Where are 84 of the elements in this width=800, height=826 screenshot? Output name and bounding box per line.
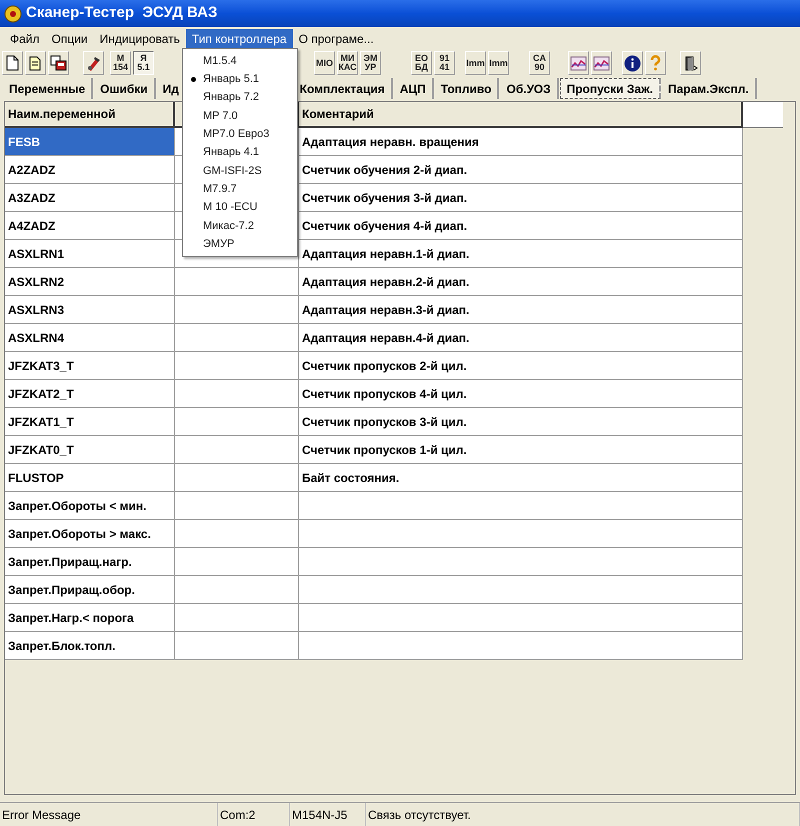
menu-item[interactable]: Индицировать <box>94 28 186 48</box>
status-field: Error Message <box>0 803 218 826</box>
table-cell: Счетчик пропусков 1-й цил. <box>299 436 743 464</box>
chart-icon <box>570 54 587 72</box>
table-cell: Адаптация неравн.1-й диап. <box>299 240 743 268</box>
column-header[interactable]: Наим.переменной <box>5 102 175 128</box>
table-cell: Счетчик пропусков 2-й цил. <box>299 352 743 380</box>
table-cell: Счетчик пропусков 4-й цил. <box>299 380 743 408</box>
table-cell: Счетчик обучения 3-й диап. <box>299 184 743 212</box>
tab[interactable]: Парам.Экспл. <box>662 78 757 99</box>
toolbar-button[interactable]: 91 41 <box>434 51 455 75</box>
toolbar-button[interactable]: ЭМ УР <box>360 51 381 75</box>
tab[interactable]: АЦП <box>394 78 434 99</box>
toolbar-button[interactable]: ЕО БД <box>411 51 432 75</box>
menu-item[interactable]: ЭМУР <box>183 234 297 254</box>
table-cell[interactable]: Запрет.Приращ.нагр. <box>5 548 175 576</box>
toolbar-button[interactable] <box>680 51 701 75</box>
menu-item[interactable]: Тип контроллера <box>186 28 293 48</box>
table-cell[interactable]: A4ZADZ <box>5 212 175 240</box>
chart-icon <box>593 54 610 72</box>
table-cell[interactable]: A2ZADZ <box>5 156 175 184</box>
table-cell: Счетчик обучения 4-й диап. <box>299 212 743 240</box>
status-field: M154N-J5 <box>290 803 366 826</box>
toolbar-button[interactable] <box>568 51 589 75</box>
menu-item[interactable]: GM-ISFI-2S <box>183 162 297 180</box>
column-header[interactable]: Коментарий <box>299 102 743 128</box>
status-field: Связь отсутствует. <box>366 803 800 826</box>
table-cell[interactable]: Запрет.Обороты > макс. <box>5 520 175 548</box>
toolbar-button[interactable]: CA 90 <box>529 51 550 75</box>
tab[interactable]: Пропуски Заж. <box>560 78 661 99</box>
tab[interactable]: Переменные <box>3 78 94 99</box>
info-icon <box>624 54 641 72</box>
table-cell[interactable]: ASXLRN1 <box>5 240 175 268</box>
menu-item[interactable]: Файл <box>4 28 46 48</box>
table-cell[interactable]: A3ZADZ <box>5 184 175 212</box>
tab[interactable]: Топливо <box>434 78 500 99</box>
toolbar-button[interactable]: МIO <box>314 51 335 75</box>
table-cell[interactable]: JFZKAT1_T <box>5 408 175 436</box>
table-cell[interactable]: Запрет.Нагр.< порога <box>5 604 175 632</box>
menu-item[interactable]: M1.5.4 <box>183 52 297 70</box>
toolbar-button[interactable] <box>83 51 104 75</box>
menu-item[interactable]: О програме... <box>292 28 380 48</box>
menu-item[interactable]: M 10 -ECU <box>183 198 297 217</box>
toolbar-button[interactable] <box>591 51 612 75</box>
toolbar-button[interactable] <box>48 51 69 75</box>
menu-item[interactable]: Микас-7.2 <box>183 216 297 235</box>
toolbar-button[interactable]: Imm <box>488 51 509 75</box>
tab[interactable]: Ошибки <box>94 78 156 99</box>
tool-icon <box>85 54 102 72</box>
toolbar-button[interactable]: Я 5.1 <box>133 51 154 75</box>
table-cell[interactable]: Запрет.Приращ.обор. <box>5 576 175 604</box>
table-cell: Счетчик обучения 2-й диап. <box>299 156 743 184</box>
table-cell[interactable]: FLUSTOP <box>5 464 175 492</box>
menu-item[interactable]: Январь 4.1 <box>183 143 297 162</box>
window-title: Сканер-Тестер ЭСУД ВАЗ <box>26 3 218 24</box>
table-cell: Адаптация неравн. вращения <box>299 128 743 156</box>
table-cell[interactable]: ASXLRN3 <box>5 296 175 324</box>
table-cell[interactable]: FESB <box>5 128 175 156</box>
save-icon <box>50 54 67 72</box>
toolbar-button[interactable]: МИ КАС <box>337 51 358 75</box>
menu-item[interactable]: M7.9.7 <box>183 180 297 198</box>
table-cell: Адаптация неравн.3-й диап. <box>299 296 743 324</box>
table-cell: Байт состояния. <box>299 464 743 492</box>
toolbar-button[interactable]: М 154 <box>110 51 131 75</box>
toolbar-button[interactable] <box>25 51 46 75</box>
table-cell[interactable]: JFZKAT2_T <box>5 380 175 408</box>
table-cell[interactable]: JFZKAT3_T <box>5 352 175 380</box>
app-icon <box>4 4 22 22</box>
table-cell[interactable]: Запрет.Обороты < мин. <box>5 492 175 520</box>
table-cell: Адаптация неравн.4-й диап. <box>299 324 743 352</box>
status-field: Com:2 <box>218 803 290 826</box>
toolbar-button[interactable] <box>2 51 23 75</box>
table-cell[interactable]: Запрет.Блок.топл. <box>5 632 175 660</box>
toolbar-button[interactable]: Imm <box>465 51 486 75</box>
menu-item[interactable]: MP7.0 Евро3 <box>183 125 297 144</box>
table-cell: Адаптация неравн.2-й диап. <box>299 268 743 296</box>
new-file-icon <box>4 54 21 72</box>
table-cell[interactable]: ASXLRN4 <box>5 324 175 352</box>
toolbar-button[interactable] <box>622 51 643 75</box>
table-cell[interactable]: JFZKAT0_T <box>5 436 175 464</box>
menu-item[interactable]: MP 7.0 <box>183 106 297 126</box>
table-cell[interactable]: ASXLRN2 <box>5 268 175 296</box>
menu-item[interactable]: Опции <box>46 28 94 48</box>
table-cell: Счетчик пропусков 3-й цил. <box>299 408 743 436</box>
